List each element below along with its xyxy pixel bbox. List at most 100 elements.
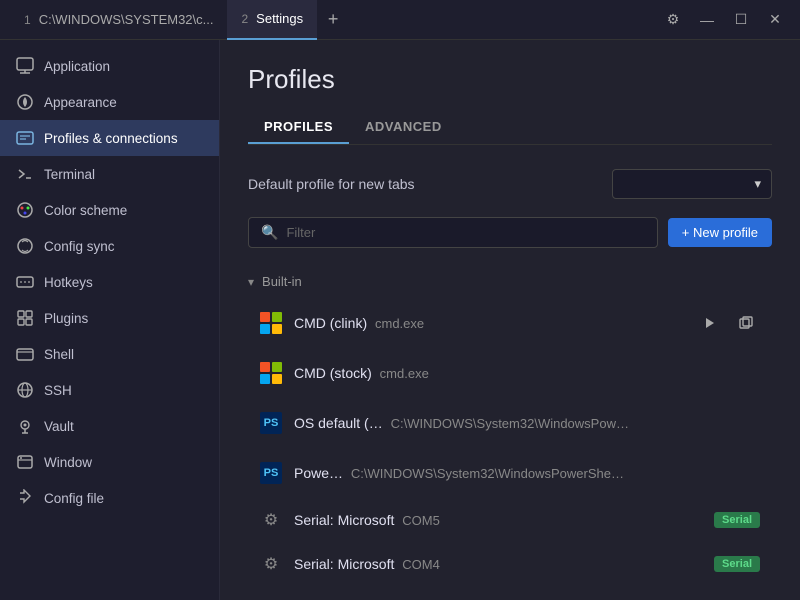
filter-row: 🔍 + New profile (248, 217, 772, 248)
titlebar: 1 C:\WINDOWS\SYSTEM32\c... 2 Settings + … (0, 0, 800, 40)
sidebar-label-window: Window (44, 455, 92, 470)
profile-item-serial-com4[interactable]: ⚙ Serial: Microsoft COM4 Serial (248, 543, 772, 585)
windows-icon-cmd-clink (260, 312, 282, 334)
sidebar-item-plugins[interactable]: Plugins (0, 300, 219, 336)
ssh-icon (16, 381, 34, 399)
hotkeys-icon (16, 273, 34, 291)
config-sync-icon (16, 237, 34, 255)
plugins-icon (16, 309, 34, 327)
sidebar-item-hotkeys[interactable]: Hotkeys (0, 264, 219, 300)
sidebar-item-vault[interactable]: Vault (0, 408, 219, 444)
shell-icon (16, 345, 34, 363)
serial-badge-com4: Serial (714, 556, 760, 572)
profile-actions-cmd-clink (696, 309, 760, 337)
color-scheme-icon (16, 201, 34, 219)
sidebar-label-hotkeys: Hotkeys (44, 275, 93, 290)
sidebar-item-application[interactable]: Application (0, 48, 219, 84)
profile-subtitle-serial-com4: COM4 (402, 557, 440, 572)
profiles-icon (16, 129, 34, 147)
settings-icon-btn[interactable]: ⚙ (658, 5, 688, 35)
appearance-icon (16, 93, 34, 111)
sidebar-item-terminal[interactable]: Terminal (0, 156, 219, 192)
sidebar-item-appearance[interactable]: Appearance (0, 84, 219, 120)
collapse-icon: ▾ (248, 275, 254, 289)
filter-input[interactable] (286, 225, 644, 240)
sidebar-label-application: Application (44, 59, 110, 74)
sidebar-item-profiles-connections[interactable]: Profiles & connections (0, 120, 219, 156)
sidebar-label-config-sync: Config sync (44, 239, 115, 254)
sidebar-label-config-file: Config file (44, 491, 104, 506)
profile-subtitle-cmd-stock: cmd.exe (380, 366, 429, 381)
default-profile-row: Default profile for new tabs ▾ (248, 169, 772, 199)
sidebar-item-window[interactable]: Window (0, 444, 219, 480)
run-profile-button-cmd-clink[interactable] (696, 309, 724, 337)
sidebar-item-config-sync[interactable]: Config sync (0, 228, 219, 264)
sidebar-item-ssh[interactable]: SSH (0, 372, 219, 408)
sidebar-label-color-scheme: Color scheme (44, 203, 127, 218)
minimize-button[interactable]: — (692, 5, 722, 35)
sidebar-label-ssh: SSH (44, 383, 72, 398)
maximize-button[interactable]: ☐ (726, 5, 756, 35)
tab-profiles[interactable]: PROFILES (248, 111, 349, 144)
filter-input-wrapper: 🔍 (248, 217, 658, 248)
profile-name-os-default: OS default (… C:\WINDOWS\System32\Window… (294, 415, 629, 431)
content-area: Profiles PROFILES ADVANCED Default profi… (220, 40, 800, 600)
builtin-section-header[interactable]: ▾ Built-in (248, 268, 772, 299)
add-tab-button[interactable]: + (317, 4, 349, 36)
sidebar-item-config-file[interactable]: Config file (0, 480, 219, 516)
profile-item-cmd-clink[interactable]: CMD (clink) cmd.exe (248, 299, 772, 347)
tab-label-2: Settings (256, 11, 303, 26)
gear-icon-serial-com5: ⚙ (260, 509, 282, 531)
profile-item-cmd-stock[interactable]: CMD (stock) cmd.exe (248, 349, 772, 397)
tab-advanced[interactable]: ADVANCED (349, 111, 458, 144)
close-button[interactable]: ✕ (760, 5, 790, 35)
sidebar-label-appearance: Appearance (44, 95, 117, 110)
sidebar-item-shell[interactable]: Shell (0, 336, 219, 372)
terminal-icon (16, 165, 34, 183)
default-profile-label: Default profile for new tabs (248, 176, 415, 192)
chevron-down-icon: ▾ (754, 176, 761, 192)
gear-icon-serial-com4: ⚙ (260, 553, 282, 575)
profile-name-serial-com4: Serial: Microsoft COM4 (294, 556, 440, 572)
sidebar-label-plugins: Plugins (44, 311, 88, 326)
sidebar-label-shell: Shell (44, 347, 74, 362)
new-profile-button[interactable]: + New profile (668, 218, 772, 247)
profile-name-serial-com5: Serial: Microsoft COM5 (294, 512, 440, 528)
profile-name-cmd-stock: CMD (stock) cmd.exe (294, 365, 429, 381)
tab-num-1: 1 (24, 13, 31, 27)
sidebar-item-color-scheme[interactable]: Color scheme (0, 192, 219, 228)
profile-item-os-default[interactable]: PS OS default (… C:\WINDOWS\System32\Win… (248, 399, 772, 447)
main-layout: Application Appearance Profiles & connec… (0, 40, 800, 600)
duplicate-profile-button-cmd-clink[interactable] (732, 309, 760, 337)
content-tabs: PROFILES ADVANCED (248, 111, 772, 145)
sidebar-label-profiles: Profiles & connections (44, 131, 178, 146)
serial-badge-com5: Serial (714, 512, 760, 528)
page-title: Profiles (248, 64, 772, 95)
profile-name-powershell: Powe… C:\WINDOWS\System32\WindowsPowerSh… (294, 465, 624, 481)
windows-icon-cmd-stock (260, 362, 282, 384)
sidebar-label-vault: Vault (44, 419, 74, 434)
profile-item-powershell[interactable]: PS Powe… C:\WINDOWS\System32\WindowsPowe… (248, 449, 772, 497)
vault-icon (16, 417, 34, 435)
profile-subtitle-powershell: C:\WINDOWS\System32\WindowsPowerShe… (351, 466, 624, 481)
window-controls: ⚙ — ☐ ✕ (658, 5, 790, 35)
profile-subtitle-serial-com5: COM5 (402, 513, 440, 528)
config-file-icon (16, 489, 34, 507)
tab-label-1: C:\WINDOWS\SYSTEM32\c... (39, 12, 214, 27)
profile-subtitle-cmd-clink: cmd.exe (375, 316, 424, 331)
search-icon: 🔍 (261, 224, 278, 241)
ps-icon-os-default: PS (260, 412, 282, 434)
tab-settings[interactable]: 2 Settings (227, 0, 317, 40)
profile-subtitle-os-default: C:\WINDOWS\System32\WindowsPow… (391, 416, 629, 431)
ps-icon-powershell: PS (260, 462, 282, 484)
profile-item-serial-com5[interactable]: ⚙ Serial: Microsoft COM5 Serial (248, 499, 772, 541)
application-icon (16, 57, 34, 75)
tab-terminal[interactable]: 1 C:\WINDOWS\SYSTEM32\c... (10, 0, 227, 40)
default-profile-dropdown[interactable]: ▾ (612, 169, 772, 199)
window-icon (16, 453, 34, 471)
tab-num-2: 2 (241, 12, 248, 26)
sidebar: Application Appearance Profiles & connec… (0, 40, 220, 600)
profile-name-cmd-clink: CMD (clink) cmd.exe (294, 315, 424, 331)
sidebar-label-terminal: Terminal (44, 167, 95, 182)
builtin-label: Built-in (262, 274, 302, 289)
